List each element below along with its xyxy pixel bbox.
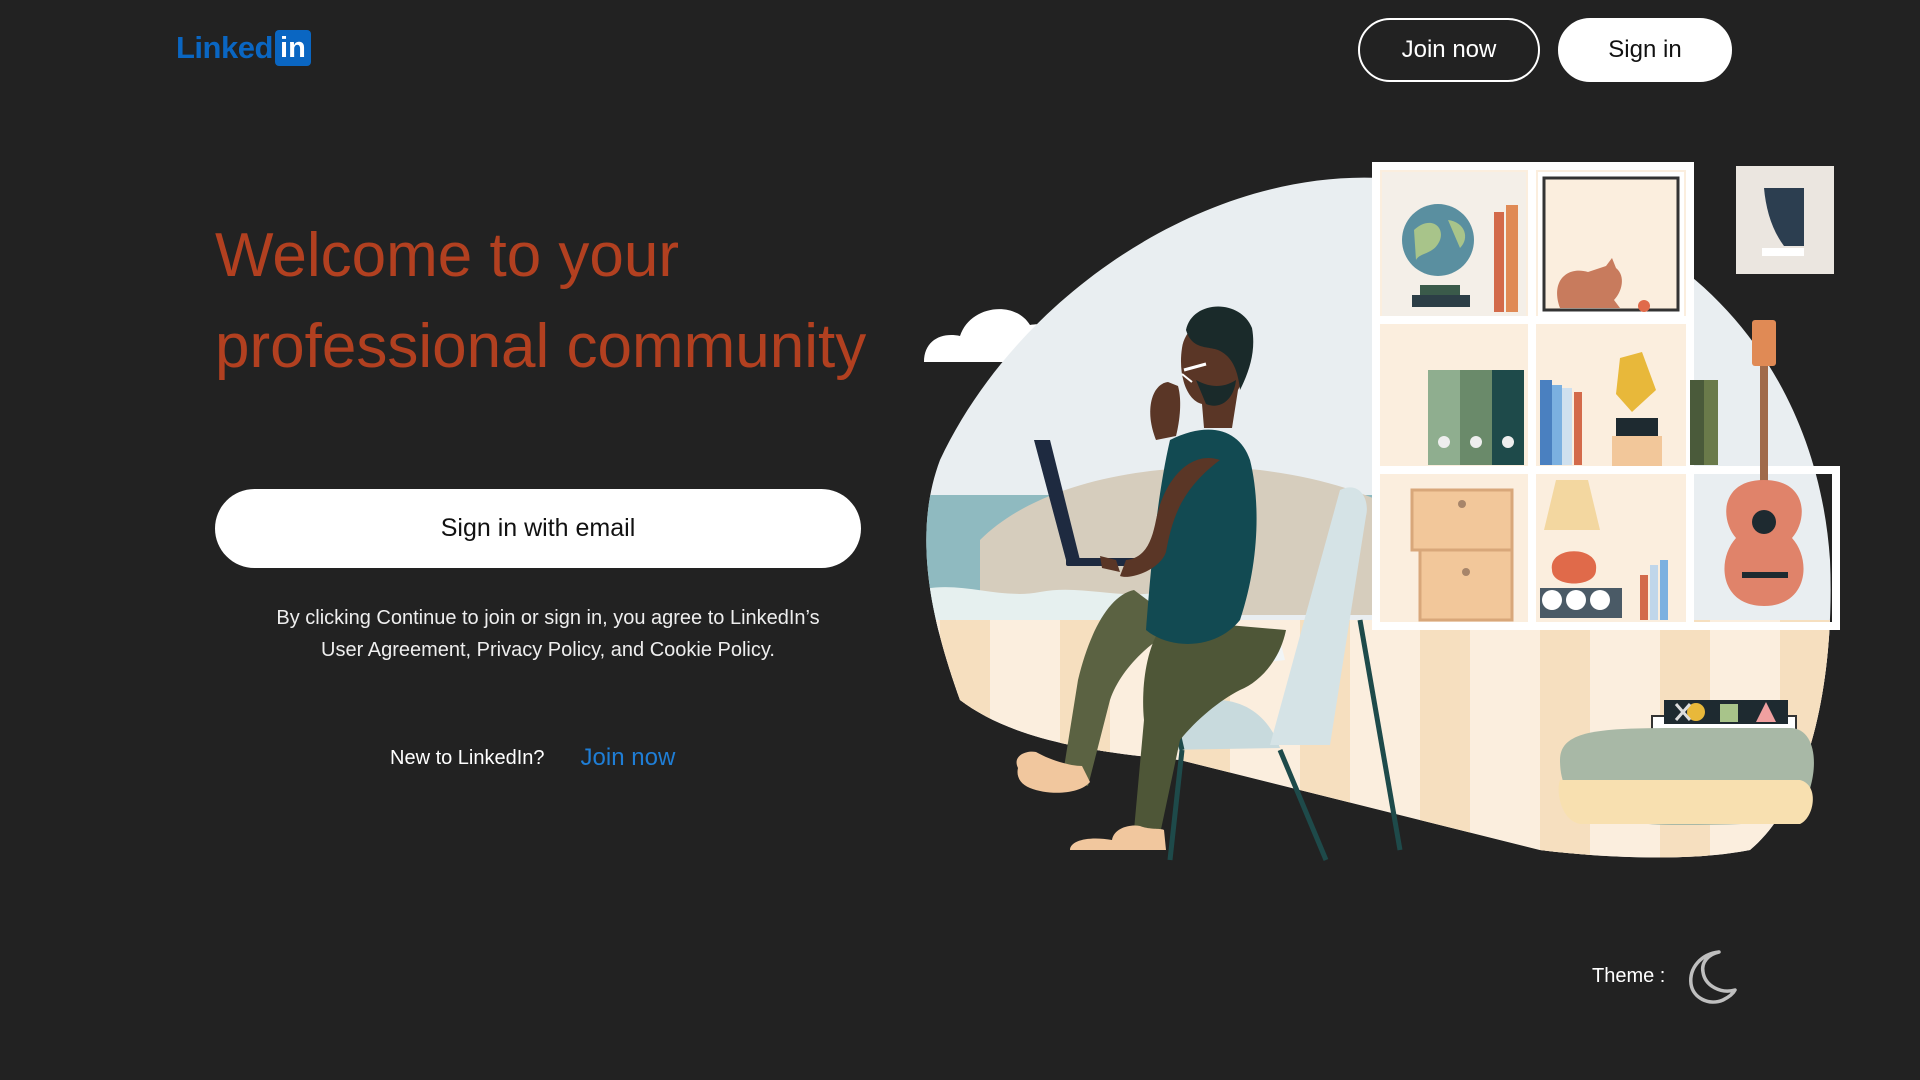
page: Linked in Join now Sign in Welcome to yo… bbox=[0, 0, 1920, 1080]
moon-icon[interactable] bbox=[1681, 946, 1741, 1006]
join-now-button[interactable]: Join now bbox=[1358, 18, 1540, 82]
sign-in-with-email-button[interactable]: Sign in with email bbox=[215, 489, 861, 568]
legal-line-2: User Agreement, Privacy Policy, and Cook… bbox=[321, 639, 775, 661]
hero-illustration-svg bbox=[924, 162, 1840, 861]
logo-badge: in bbox=[274, 30, 311, 66]
header-nav: Join now Sign in bbox=[1358, 18, 1732, 82]
legal-line-1: By clicking Continue to join or sign in,… bbox=[276, 607, 820, 629]
page-title: Welcome to your professional community bbox=[215, 210, 915, 392]
logo-text: Linked bbox=[176, 30, 273, 65]
hero-illustration bbox=[920, 160, 1840, 880]
sign-in-button[interactable]: Sign in bbox=[1558, 18, 1732, 82]
new-to-linkedin-text: New to LinkedIn? bbox=[390, 746, 545, 769]
join-now-link[interactable]: Join now bbox=[581, 744, 676, 772]
theme-label: Theme : bbox=[1592, 964, 1666, 987]
theme-toggle: Theme : bbox=[1592, 944, 1741, 1008]
legal-notice: By clicking Continue to join or sign in,… bbox=[215, 602, 881, 666]
headline-line-2: professional community bbox=[215, 312, 867, 381]
new-to-linkedin: New to LinkedIn? Join now bbox=[390, 741, 675, 775]
headline-line-1: Welcome to your bbox=[215, 221, 680, 290]
linkedin-logo[interactable]: Linked in bbox=[176, 30, 311, 66]
